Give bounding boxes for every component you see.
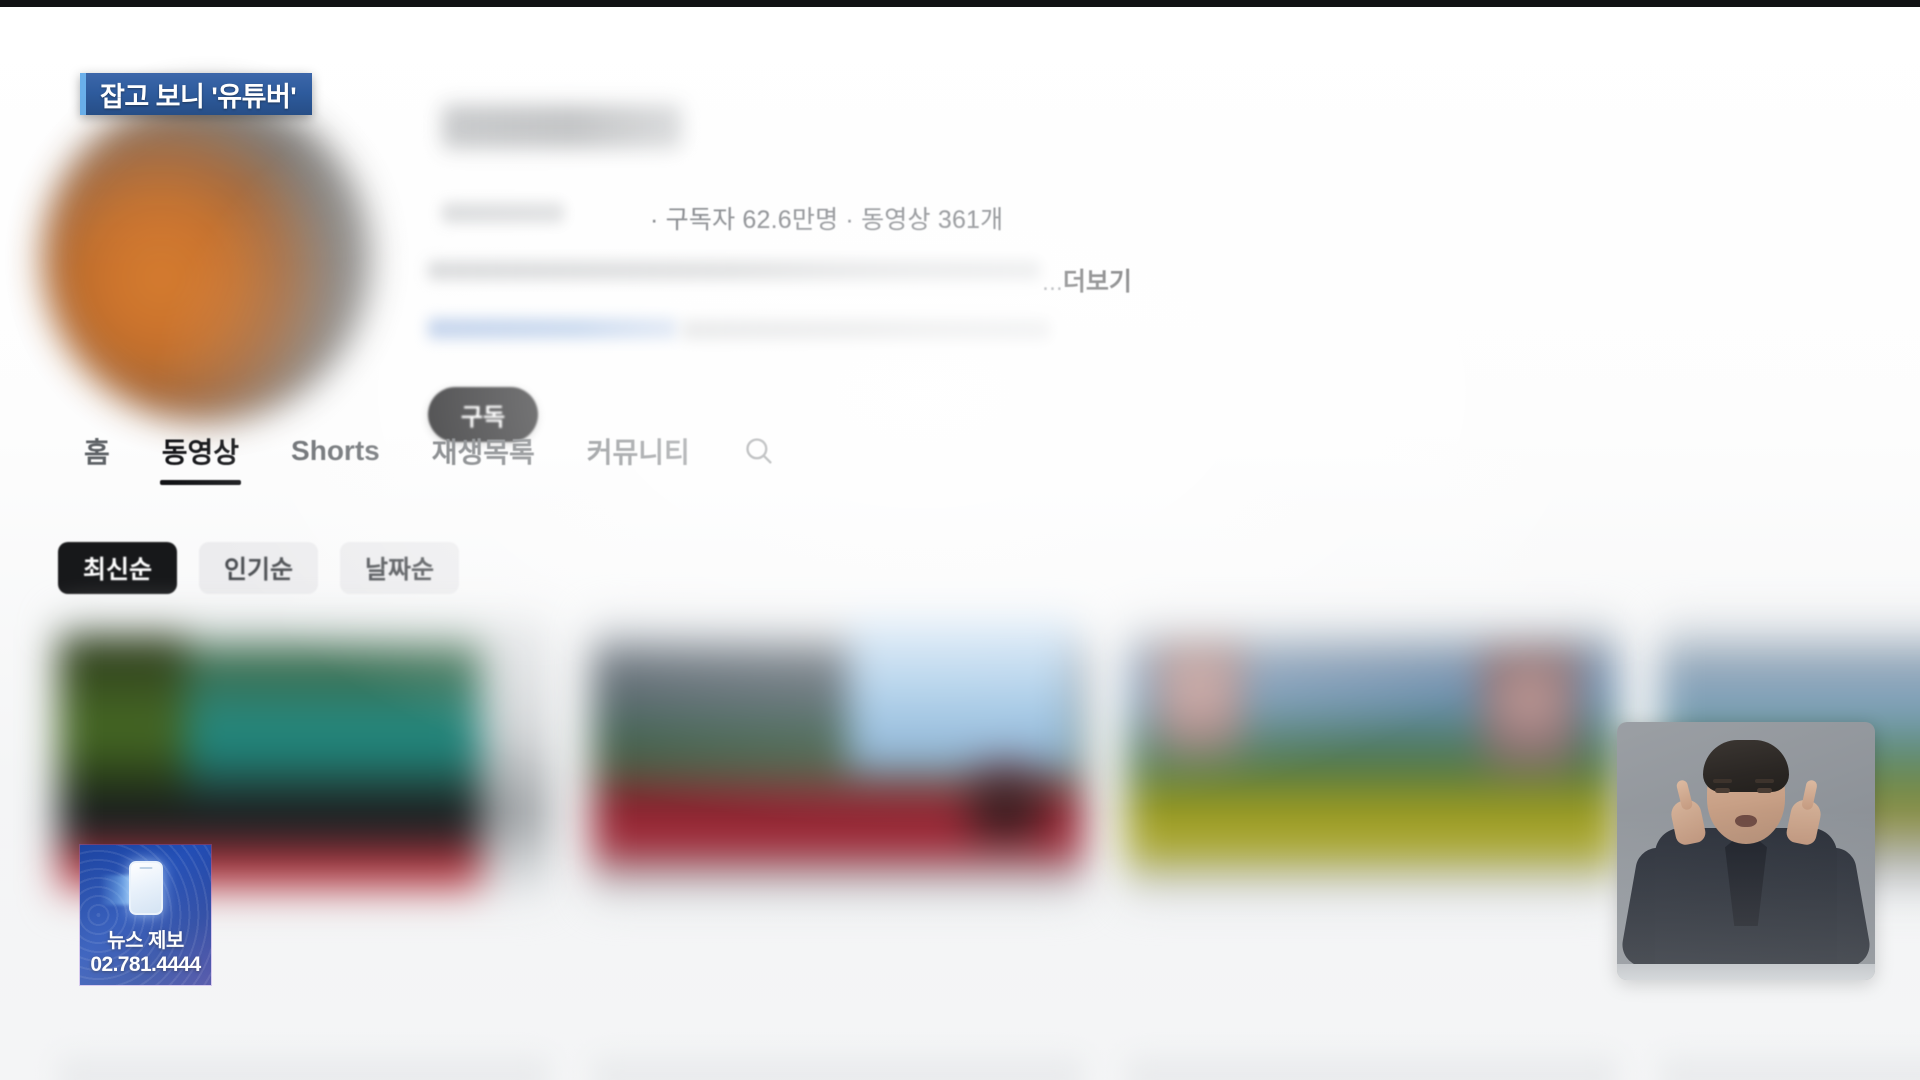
video-thumbnail-3[interactable] (1126, 619, 1618, 901)
interpreter-brow-left (1713, 779, 1732, 783)
video-thumbnail-5[interactable] (58, 1055, 550, 1080)
channel-tabs: 홈 동영상 Shorts 재생목록 커뮤니티 (80, 431, 776, 485)
channel-description-line-1 (428, 261, 1040, 280)
tab-shorts[interactable]: Shorts (265, 435, 406, 481)
headline-banner: 잡고 보니 '유튜버' (80, 73, 313, 115)
interpreter-hair (1703, 740, 1789, 792)
chip-by-date[interactable]: 날짜순 (340, 542, 460, 594)
interpreter-eye-left (1715, 788, 1730, 793)
interpreter-floor (1617, 964, 1875, 980)
description-more-link[interactable]: ...더보기 (1042, 262, 1132, 298)
channel-description-link[interactable] (428, 318, 678, 339)
video-grid-row-2 (58, 1055, 1920, 1080)
chip-popular[interactable]: 인기순 (199, 542, 319, 594)
news-tip-label: 뉴스 제보 (107, 930, 184, 953)
tab-community[interactable]: 커뮤니티 (561, 431, 716, 485)
news-tip-phone: 02.781.4444 (90, 952, 201, 976)
interpreter-brow-right (1755, 779, 1774, 783)
video-thumbnail-6[interactable] (592, 1055, 1084, 1080)
search-icon[interactable] (742, 434, 776, 482)
chip-latest[interactable]: 최신순 (58, 542, 178, 594)
interpreter-eye-right (1757, 788, 1772, 793)
sign-language-inset (1617, 722, 1875, 980)
interpreter-mouth (1735, 815, 1757, 827)
channel-description-line-2 (682, 320, 1050, 340)
tab-home[interactable]: 홈 (80, 431, 136, 485)
more-label: 더보기 (1062, 268, 1132, 296)
phone-icon (128, 861, 163, 915)
channel-stats: · 구독자 62.6만명 · 동영상 361개 (650, 206, 1004, 234)
top-letterbox-bar (0, 0, 1920, 7)
broadcast-frame: · 구독자 62.6만명 · 동영상 361개 ...더보기 구독 홈 동영상 … (0, 0, 1920, 1080)
headline-text: 잡고 보니 '유튜버' (100, 81, 297, 112)
tab-videos[interactable]: 동영상 (136, 431, 265, 485)
tab-playlists[interactable]: 재생목록 (406, 431, 561, 485)
news-tip-badge: 뉴스 제보 02.781.4444 (80, 845, 211, 985)
channel-name (442, 105, 682, 149)
video-thumbnail-8[interactable] (1660, 1055, 1920, 1080)
filter-chips: 최신순 인기순 날짜순 (58, 542, 460, 594)
channel-handle (442, 203, 564, 223)
video-thumbnail-7[interactable] (1126, 1055, 1618, 1080)
ellipsis: ... (1042, 268, 1063, 296)
avatar[interactable] (42, 93, 372, 423)
video-thumbnail-2[interactable] (592, 619, 1084, 901)
